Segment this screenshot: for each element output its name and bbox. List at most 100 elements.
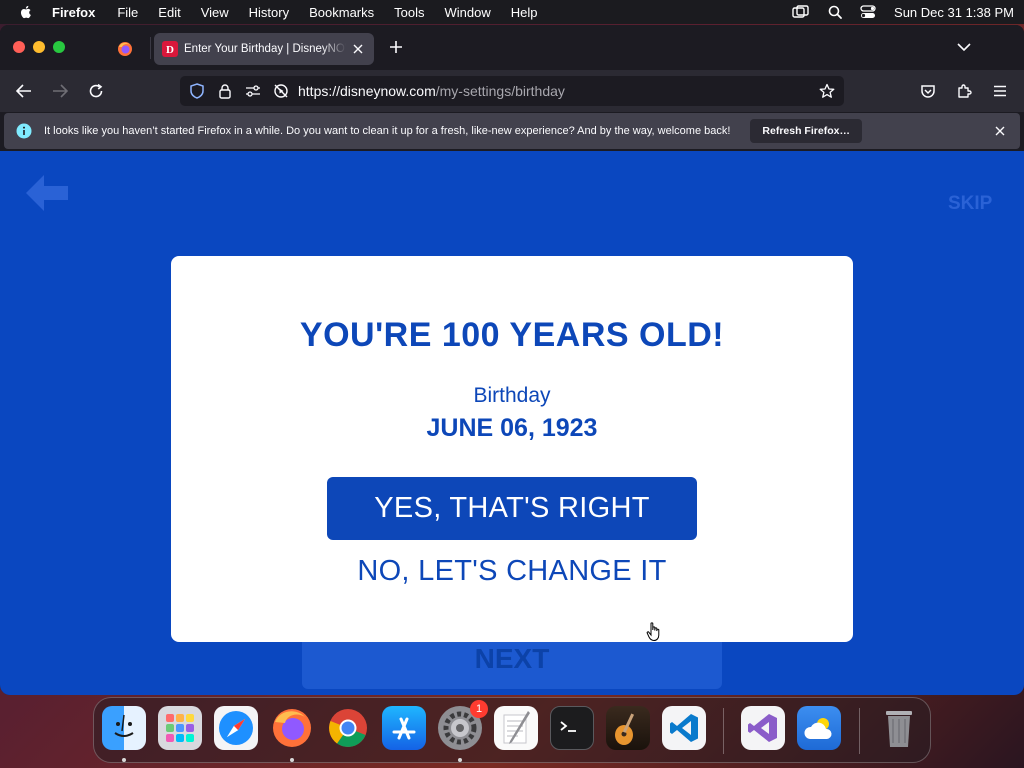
menu-edit[interactable]: Edit [158, 5, 180, 20]
birthday-label: Birthday [473, 384, 551, 407]
firefox-icon [273, 709, 311, 747]
control-center-icon[interactable] [860, 5, 876, 19]
address-bar[interactable]: https://disneynow.com/my-settings/birthd… [180, 76, 844, 106]
dock-firefox[interactable] [270, 706, 314, 750]
menu-bar-clock[interactable]: Sun Dec 31 1:38 PM [894, 5, 1014, 20]
tab-close-icon[interactable] [350, 41, 366, 57]
arrow-left-icon [16, 84, 31, 98]
tab-title: Enter Your Birthday | DisneyNOW [184, 43, 346, 55]
window-close-button[interactable] [13, 41, 25, 53]
skip-link[interactable]: SKIP [948, 193, 992, 215]
dock-terminal[interactable] [550, 706, 594, 750]
chevron-down-icon [957, 43, 971, 52]
dock-app-store[interactable] [382, 706, 426, 750]
svg-text:D: D [166, 44, 174, 56]
birthday-date: JUNE 06, 1923 [426, 414, 598, 442]
dock-weather[interactable] [797, 706, 841, 750]
dock-running-indicator [122, 758, 126, 762]
tracking-protection-shield-icon[interactable] [188, 82, 206, 100]
navigation-toolbar: https://disneynow.com/my-settings/birthd… [0, 70, 1024, 112]
dock-launchpad[interactable] [158, 706, 202, 750]
spotlight-search-icon[interactable] [828, 5, 842, 19]
reload-button[interactable] [85, 80, 107, 102]
dock-safari[interactable] [214, 706, 258, 750]
notification-bar: It looks like you haven’t started Firefo… [4, 113, 1020, 149]
window-minimize-button[interactable] [33, 41, 45, 53]
finder-icon [114, 714, 134, 737]
new-tab-button[interactable] [386, 37, 406, 57]
disneynow-favicon-icon: D [162, 41, 178, 57]
refresh-firefox-button[interactable]: Refresh Firefox… [750, 119, 862, 143]
menu-view[interactable]: View [201, 5, 229, 20]
firefox-logo-icon [118, 42, 132, 56]
page-content: SKIP NEXT YOU'RE 100 YEARS OLD! Birthday… [0, 151, 1024, 695]
screen-mirroring-icon[interactable] [792, 5, 810, 19]
dock-running-indicator [458, 758, 462, 762]
pocket-button[interactable] [917, 80, 939, 102]
dock: 1 [93, 697, 931, 763]
back-button[interactable] [13, 80, 35, 102]
tab-separator [150, 37, 151, 59]
visual-studio-icon [748, 714, 777, 742]
extensions-button[interactable] [953, 80, 975, 102]
menu-file[interactable]: File [117, 5, 138, 20]
notification-badge: 1 [470, 700, 488, 718]
firefox-window: D Enter Your Birthday | DisneyNOW https:… [0, 25, 1024, 695]
menu-bar: Firefox File Edit View History Bookmarks… [0, 0, 1024, 24]
change-birthday-link[interactable]: NO, LET'S CHANGE IT [171, 555, 853, 588]
menu-window[interactable]: Window [445, 5, 491, 20]
url-host: https://disneynow.com [298, 83, 436, 99]
dock-system-settings[interactable]: 1 [438, 700, 488, 750]
hamburger-menu-icon [994, 85, 1006, 97]
dock-divider [859, 708, 860, 754]
dock-divider [723, 708, 724, 754]
trash-icon [886, 711, 912, 747]
permissions-icon[interactable] [244, 82, 262, 100]
weather-cloud-sun-icon [804, 718, 832, 739]
birthday-confirm-dialog: YOU'RE 100 YEARS OLD! Birthday JUNE 06, … [171, 256, 853, 642]
pocket-icon [921, 84, 935, 98]
dock-vscode[interactable] [662, 706, 706, 750]
url-path: /my-settings/birthday [435, 83, 565, 99]
puzzle-piece-icon [958, 84, 972, 98]
chrome-icon [329, 709, 367, 747]
plus-icon [390, 41, 402, 53]
menu-help[interactable]: Help [511, 5, 538, 20]
app-menu-button[interactable] [989, 80, 1011, 102]
dock-chrome[interactable] [326, 706, 370, 750]
reload-icon [89, 83, 103, 98]
dock-finder[interactable] [102, 706, 146, 750]
window-zoom-button[interactable] [53, 41, 65, 53]
list-all-tabs-button[interactable] [954, 37, 974, 57]
textedit-pen-icon [503, 711, 530, 744]
dock-textedit[interactable] [494, 706, 538, 750]
tab-strip: D Enter Your Birthday | DisneyNOW [0, 25, 1024, 70]
menu-app-firefox[interactable]: Firefox [52, 5, 95, 20]
url-text[interactable]: https://disneynow.com/my-settings/birthd… [298, 83, 818, 99]
notification-close-icon[interactable] [992, 123, 1008, 139]
pinned-tab-firefox[interactable] [114, 38, 136, 60]
autoplay-blocked-icon[interactable] [272, 82, 290, 100]
safari-compass-icon [219, 711, 253, 745]
dock-trash[interactable] [877, 706, 921, 750]
menu-bookmarks[interactable]: Bookmarks [309, 5, 374, 20]
menu-tools[interactable]: Tools [394, 5, 424, 20]
tab-active-birthday[interactable]: D Enter Your Birthday | DisneyNOW [154, 33, 374, 65]
info-icon [16, 123, 32, 139]
app-store-icon [392, 717, 416, 740]
confirm-birthday-button[interactable]: YES, THAT'S RIGHT [327, 477, 697, 540]
apple-icon[interactable] [18, 4, 34, 20]
bookmark-star-icon[interactable] [818, 82, 836, 100]
launchpad-grid-icon [166, 714, 194, 742]
back-arrow-icon[interactable] [24, 173, 70, 213]
forward-button[interactable] [49, 80, 71, 102]
lock-icon[interactable] [216, 82, 234, 100]
notification-text: It looks like you haven’t started Firefo… [44, 125, 731, 137]
guitar-icon [615, 713, 635, 745]
dock-garageband[interactable] [606, 706, 650, 750]
menu-history[interactable]: History [249, 5, 289, 20]
dock-running-indicator [290, 758, 294, 762]
age-headline: YOU'RE 100 YEARS OLD! [299, 316, 725, 354]
vscode-icon [670, 714, 698, 742]
dock-visual-studio[interactable] [741, 706, 785, 750]
